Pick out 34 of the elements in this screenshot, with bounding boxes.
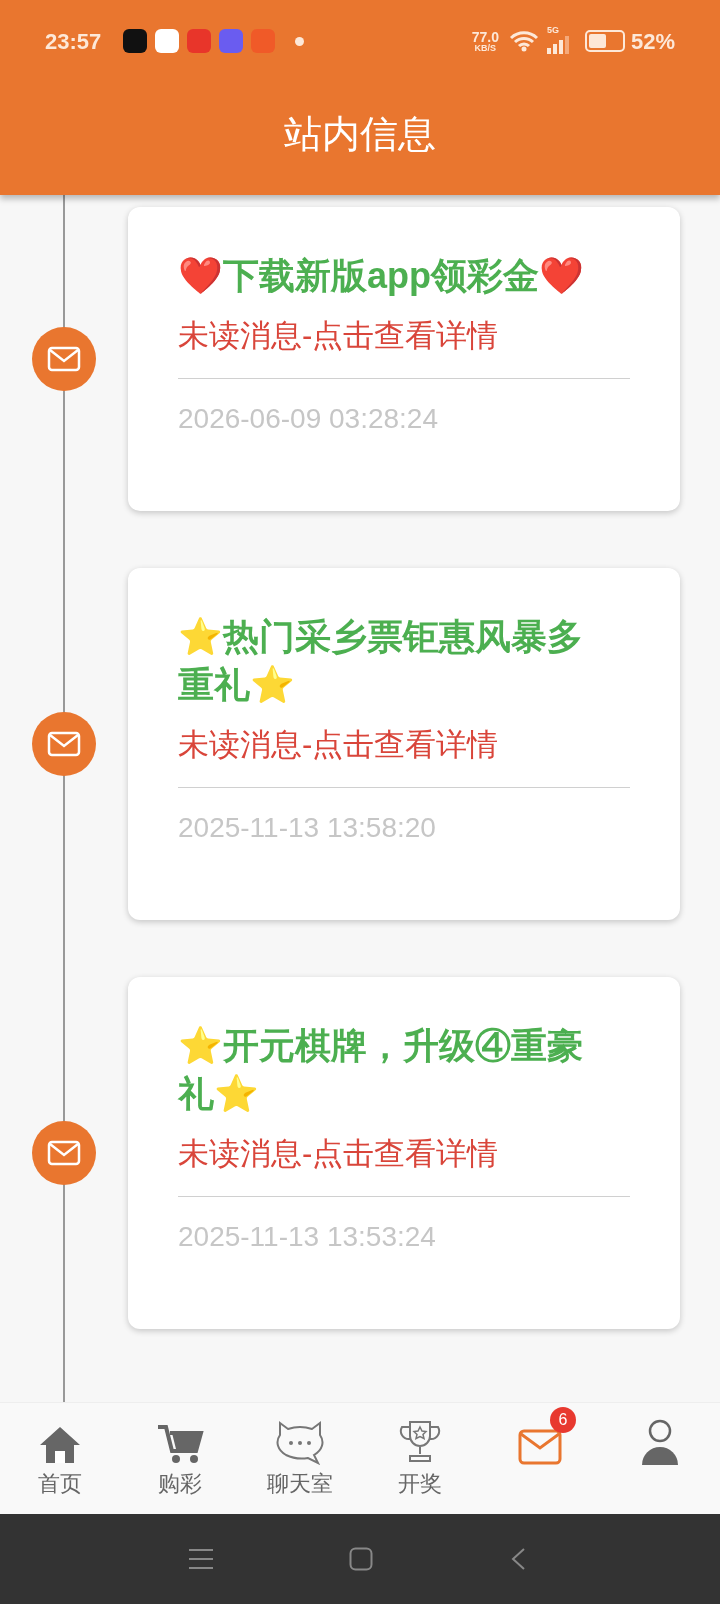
network-type: 5G <box>546 24 559 37</box>
speed-unit: KB/S <box>474 43 497 53</box>
nav-tab[interactable]: 6 <box>480 1403 600 1514</box>
home-button[interactable] <box>349 1547 373 1571</box>
app-icon <box>155 29 180 53</box>
app-icon <box>123 29 148 53</box>
nav-tab[interactable]: 首页 <box>0 1403 120 1514</box>
message-status: 未读消息-点击查看详情 <box>178 1135 500 1173</box>
message-date: 2025-11-13 13:53:24 <box>178 1220 437 1254</box>
message-card[interactable]: ⭐热门采乡票钜惠风暴多重礼⭐ 未读消息-点击查看详情 2025-11-13 13:58:20 <box>128 568 680 920</box>
nav-tab[interactable]: 购彩 <box>120 1403 240 1514</box>
status-time: 23:57 <box>45 27 102 56</box>
nav-tab[interactable]: 开奖 <box>360 1403 480 1514</box>
wifi-icon <box>508 30 539 52</box>
message-status: 未读消息-点击查看详情 <box>178 317 500 355</box>
message-date: 2025-11-13 13:58:20 <box>178 811 437 845</box>
nav-tab[interactable]: 聊天室 <box>240 1403 360 1514</box>
message-title: ⭐热门采乡票钜惠风暴多重礼⭐ <box>178 615 584 707</box>
battery-icon <box>584 30 625 52</box>
app-icon <box>219 29 244 53</box>
battery-percent: 52% <box>630 27 675 56</box>
message-title: ⭐开元棋牌，升级④重豪礼⭐ <box>178 1024 584 1116</box>
signal-icon <box>546 36 571 54</box>
menu-icon[interactable] <box>187 1548 214 1570</box>
message-status: 未读消息-点击查看详情 <box>178 726 500 764</box>
app-icon <box>251 29 276 53</box>
message-date: 2026-06-09 03:28:24 <box>178 402 439 436</box>
message-card[interactable]: ⭐开元棋牌，升级④重豪礼⭐ 未读消息-点击查看详情 2025-11-13 13:53:24 <box>128 977 680 1329</box>
speed-value: 77.0 <box>471 29 499 44</box>
app-icon <box>187 29 212 53</box>
page-title: 站内信息 <box>284 112 436 157</box>
message-title: ❤下载新版app领彩金❤ <box>178 254 585 298</box>
message-card[interactable]: ❤下载新版app领彩金❤ 未读消息-点击查看详情 2026-06-09 03:28:24 <box>128 207 680 511</box>
badge-count: 6 <box>550 1407 576 1433</box>
